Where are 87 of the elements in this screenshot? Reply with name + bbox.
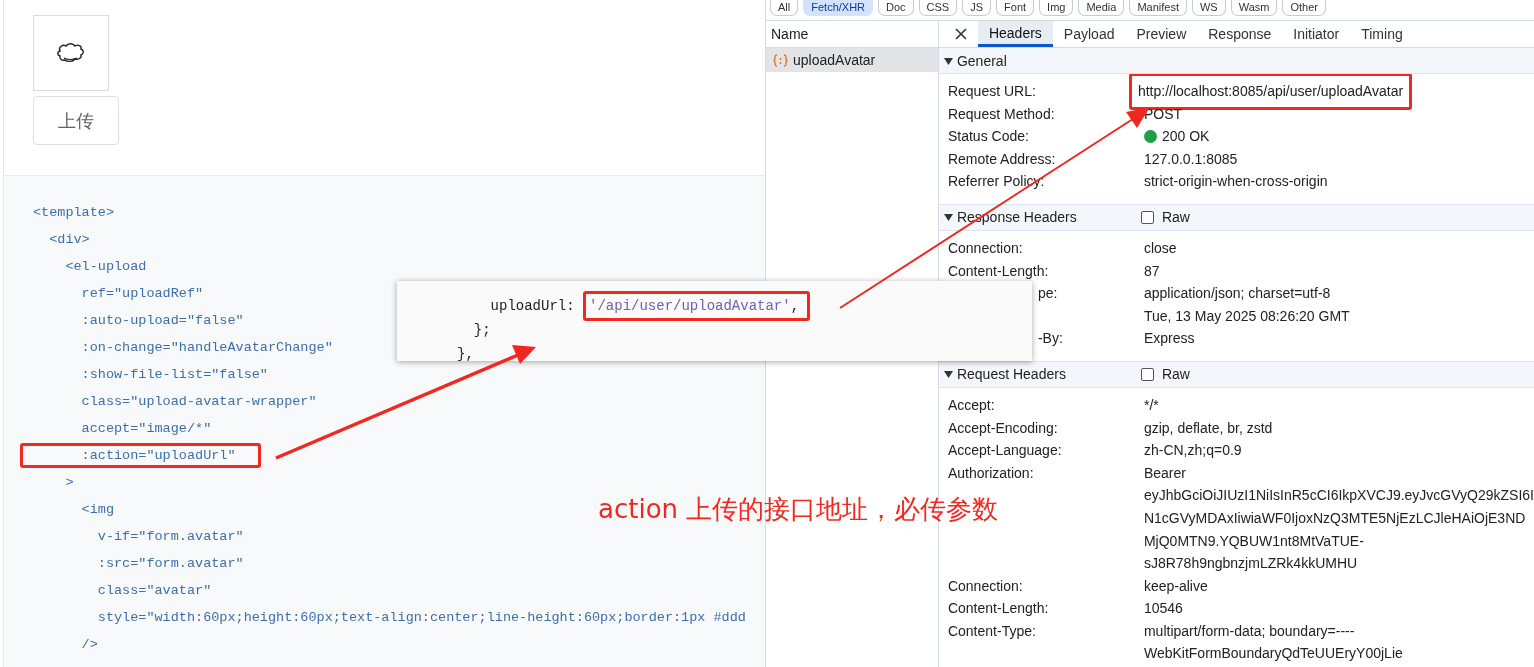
filter-chip[interactable]: CSS: [918, 0, 958, 16]
code-text: '/api/user/uploadAvatar': [589, 298, 791, 314]
code-line: >: [64, 475, 74, 490]
code-line: v-if="form.avatar": [96, 529, 244, 544]
raw-checkbox[interactable]: Raw: [1140, 209, 1190, 226]
tab[interactable]: Initiator: [1282, 21, 1351, 47]
filter-chip[interactable]: Font: [996, 0, 1035, 16]
code-line: accept="image/*": [80, 421, 212, 436]
header-value: N1cGVyMDAxIiwiaWF0IjoxNzQ3MTE5NjEzLCJleHAiOjE3ND: [1143, 508, 1526, 528]
code-line: />: [80, 637, 98, 652]
header-value: keep-alive: [1143, 576, 1208, 596]
section-title: Request Headers: [956, 366, 1066, 383]
header-value: 10546: [1143, 599, 1183, 619]
filter-chip[interactable]: Manifest: [1129, 0, 1187, 16]
code-line: :show-file-list="false": [80, 367, 268, 382]
code-line: style="width:60px;height:60px;text-align:center;line-height:60px;border:1px #ddd: [96, 610, 746, 625]
code-line: <img: [80, 502, 114, 517]
filter-chip[interactable]: JS: [962, 0, 992, 16]
header-name: Remote Address:: [947, 150, 1056, 167]
code-text: ,: [790, 298, 800, 314]
header-name: Content-Length:: [947, 600, 1049, 617]
tab[interactable]: Response: [1197, 21, 1283, 47]
header-value: zh-CN,zh;q=0.9: [1143, 441, 1242, 461]
header-value: MjQ0MTN9.YQBUW1nt8MtVaTUE-: [1143, 531, 1364, 551]
code-text: uploadUrl:: [489, 298, 576, 314]
header-name: Accept-Language:: [947, 442, 1062, 459]
header-value: 200 OK: [1161, 127, 1210, 147]
header-value: Express: [1143, 329, 1195, 349]
header-name: Request Method:: [947, 105, 1055, 122]
header-value: eyJhbGciOiJIUzI1NiIsInR5cCI6IkpXVCJ9.eyJvcGVyQ29kZSI6I: [1143, 486, 1534, 506]
tab[interactable]: Headers: [977, 21, 1053, 47]
header-name: pe:: [1036, 285, 1058, 302]
header-value: multipart/form-data; boundary=----: [1143, 621, 1355, 641]
avatar-frame[interactable]: [33, 15, 109, 91]
filter-chip[interactable]: WS: [1191, 0, 1226, 16]
code-text: },: [457, 346, 474, 362]
section-title: General: [956, 52, 1007, 69]
header-value: Bearer: [1143, 463, 1186, 483]
header-value: 87: [1143, 261, 1160, 281]
header-name: -By:: [1036, 330, 1063, 347]
header-value: WebKitFormBoundaryQdTeUUEryY00jLie: [1143, 644, 1403, 664]
header-name: Accept:: [947, 396, 995, 413]
code-line: :auto-upload="false": [80, 313, 244, 328]
upload-button[interactable]: 上传: [33, 96, 119, 145]
header-value: strict-origin-when-cross-origin: [1143, 172, 1328, 192]
header-value: http://localhost:8085/api/user/uploadAvatar: [1128, 73, 1413, 110]
code-line: :src="form.avatar": [96, 556, 244, 571]
header-value: 127.0.0.1:8085: [1143, 149, 1238, 169]
filter-chip[interactable]: Doc: [878, 0, 914, 16]
code-line: <div>: [48, 232, 90, 247]
code-line: class="upload-avatar-wrapper": [80, 394, 317, 409]
header-name: Content-Length:: [947, 262, 1049, 279]
filter-chip[interactable]: Other: [1282, 0, 1326, 16]
filter-chip[interactable]: Media: [1078, 0, 1125, 16]
header-name: Connection:: [947, 239, 1023, 256]
header-value: */*: [1143, 395, 1159, 415]
header-name: Accept-Encoding:: [947, 419, 1058, 436]
header-value: sJ8R78h9ngbnzjmLZRk4kkUMHU: [1143, 554, 1358, 574]
code-line: <template>: [33, 205, 114, 220]
filter-chip[interactable]: All: [770, 0, 799, 16]
filter-chip[interactable]: Img: [1039, 0, 1074, 16]
code-line: class="avatar": [96, 583, 212, 598]
section-header[interactable]: General: [938, 48, 1534, 74]
close-icon[interactable]: [954, 28, 967, 40]
tab[interactable]: Timing: [1350, 21, 1414, 47]
code-text: };: [472, 322, 491, 338]
tab[interactable]: Payload: [1052, 21, 1126, 47]
code-line: ref="uploadRef": [80, 286, 204, 301]
tab[interactable]: Preview: [1125, 21, 1198, 47]
header-value: application/json; charset=utf-8: [1143, 284, 1331, 304]
filter-chip[interactable]: Fetch/XHR: [803, 0, 874, 16]
header-value: close: [1143, 238, 1177, 258]
header-name: Request URL:: [947, 83, 1036, 99]
section-header[interactable]: Request Headers Raw: [938, 360, 1534, 388]
code-line: <el-upload: [64, 259, 147, 274]
header-name: Content-Type:: [947, 622, 1036, 639]
annotation-text: action 上传的接口地址，必传参数: [598, 493, 999, 526]
header-name: Authorization:: [947, 464, 1034, 481]
braces-icon: [773, 53, 788, 67]
request-item[interactable]: uploadAvatar: [766, 48, 938, 72]
header-name: Connection:: [947, 577, 1023, 594]
header-value: Tue, 13 May 2025 08:26:20 GMT: [1143, 306, 1350, 326]
header-name: Status Code:: [947, 128, 1029, 145]
code-line: :on-change="handleAvatarChange": [80, 340, 333, 355]
filter-chip[interactable]: Wasm: [1230, 0, 1278, 16]
header-value: gzip, deflate, br, zstd: [1143, 418, 1273, 438]
raw-checkbox[interactable]: Raw: [1140, 366, 1190, 383]
